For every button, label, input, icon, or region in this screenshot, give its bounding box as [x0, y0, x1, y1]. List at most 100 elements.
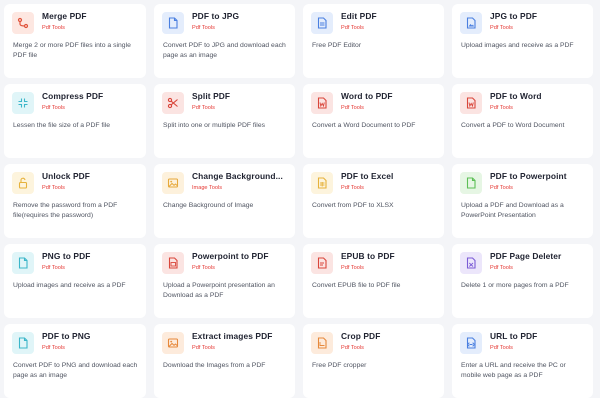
- tool-title: PDF to Excel: [341, 171, 394, 181]
- crop-document-icon: [311, 332, 333, 354]
- tool-title: PNG to PDF: [42, 251, 91, 261]
- tool-card-pdf-to-excel[interactable]: PDF to Excel Pdf Tools Convert from PDF to…: [303, 164, 444, 238]
- tool-category-tag: Pdf Tools: [42, 185, 65, 191]
- tool-card-jpg-to-pdf[interactable]: JPG to PDF Pdf Tools Upload images and rec…: [452, 4, 593, 78]
- tool-card-pdf-to-png[interactable]: PDF to PNG Pdf Tools Convert PDF to PNG an…: [4, 324, 146, 398]
- scissors-icon: [162, 92, 184, 114]
- tool-title: Word to PDF: [341, 91, 393, 101]
- tool-description: Convert from PDF to XLSX: [312, 202, 394, 209]
- tool-category-tag: Pdf Tools: [490, 265, 513, 271]
- tool-title: PDF Page Deleter: [490, 251, 562, 261]
- compress-icon: [12, 92, 34, 114]
- tool-card-word-to-pdf[interactable]: Word to PDF Pdf Tools Convert a Word Docum…: [303, 84, 444, 158]
- tool-category-tag: Pdf Tools: [192, 25, 215, 31]
- tool-category-tag: Pdf Tools: [341, 185, 364, 191]
- tool-description: Download the Images from a PDF: [163, 362, 266, 369]
- tool-title: PDF to PNG: [42, 331, 91, 341]
- tool-description: Change Background of Image: [163, 202, 254, 209]
- tool-card-crop-pdf[interactable]: Crop PDF Pdf Tools Free PDF cropper: [303, 324, 444, 398]
- tool-category-tag: Pdf Tools: [192, 105, 215, 111]
- tools-grid: Merge PDF Pdf Tools Merge 2 or more PDF fi…: [4, 4, 593, 398]
- tool-title: EPUB to PDF: [341, 251, 395, 261]
- tool-description: Convert a PDF to Word Document: [461, 122, 565, 129]
- tool-description: Upload images and receive as a PDF: [13, 282, 126, 289]
- tool-card-url-to-pdf[interactable]: URL to PDF Pdf Tools Enter a URL and recei…: [452, 324, 593, 398]
- tool-card-unlock-pdf[interactable]: Unlock PDF Pdf Tools Remove the password f…: [4, 164, 146, 238]
- delete-document-icon: [460, 252, 482, 274]
- tool-category-tag: Pdf Tools: [490, 25, 513, 31]
- image-document-icon: [460, 12, 482, 34]
- tool-category-tag: Pdf Tools: [341, 25, 364, 31]
- tool-category-tag: Image Tools: [192, 185, 223, 191]
- tool-description: Lessen the file size of a PDF file: [13, 122, 111, 129]
- tool-description: Delete 1 or more pages from a PDF: [461, 282, 569, 289]
- image-icon: [162, 172, 184, 194]
- slides-document-icon: [162, 252, 184, 274]
- tool-title: Powerpoint to PDF: [192, 251, 269, 261]
- tool-description: Convert PDF to JPG and download each pag…: [163, 42, 286, 59]
- tool-card-split-pdf[interactable]: Split PDF Pdf Tools Split into one or mult…: [154, 84, 295, 158]
- document-icon: [12, 252, 34, 274]
- tool-card-pdf-to-powerpoint[interactable]: PDF to Powerpoint Pdf Tools Upload a PDF a…: [452, 164, 593, 238]
- tool-category-tag: Pdf Tools: [42, 105, 65, 111]
- tool-category-tag: Pdf Tools: [42, 345, 65, 351]
- tool-description: Upload a PDF and Download as a PowerPoin…: [461, 202, 564, 219]
- tool-description: Upload a Powerpoint presentation an Down…: [163, 282, 275, 299]
- tool-card-compress-pdf[interactable]: Compress PDF Pdf Tools Lessen the file siz…: [4, 84, 146, 158]
- tool-title: JPG to PDF: [490, 11, 538, 21]
- tool-title: Crop PDF: [341, 331, 381, 341]
- tool-description: Enter a URL and receive the PC or mobile…: [461, 362, 566, 379]
- unlock-icon: [12, 172, 34, 194]
- book-document-icon: [311, 252, 333, 274]
- tool-description: Split into one or multiple PDF files: [163, 122, 265, 129]
- tool-description: Free PDF Editor: [312, 42, 362, 49]
- tool-description: Upload images and receive as a PDF: [461, 42, 574, 49]
- tool-description: Convert a Word Document to PDF: [312, 122, 416, 129]
- document-icon: [162, 12, 184, 34]
- tool-description: Convert EPUB file to PDF file: [312, 282, 401, 289]
- tool-description: Remove the password from a PDF file(requ…: [13, 202, 118, 219]
- image-icon: [162, 332, 184, 354]
- tool-card-edit-pdf[interactable]: Edit PDF Pdf Tools Free PDF Editor: [303, 4, 444, 78]
- tool-card-merge-pdf[interactable]: Merge PDF Pdf Tools Merge 2 or more PDF fi…: [4, 4, 146, 78]
- tool-category-tag: Pdf Tools: [42, 265, 65, 271]
- tool-category-tag: Pdf Tools: [490, 185, 513, 191]
- document-icon: [460, 172, 482, 194]
- word-document-icon: [311, 92, 333, 114]
- tool-title: URL to PDF: [490, 331, 538, 341]
- tool-title: PDF to Powerpoint: [490, 171, 567, 181]
- tool-card-epub-to-pdf[interactable]: EPUB to PDF Pdf Tools Convert EPUB file to…: [303, 244, 444, 318]
- tool-card-pdf-page-deleter[interactable]: PDF Page Deleter Pdf Tools Delete 1 or mor…: [452, 244, 593, 318]
- tool-card-extract-images-pdf[interactable]: Extract images PDF Pdf Tools Download the …: [154, 324, 295, 398]
- tool-title: Change Background...: [192, 171, 283, 181]
- tool-category-tag: Pdf Tools: [490, 345, 513, 351]
- spreadsheet-document-icon: [311, 172, 333, 194]
- tool-card-pdf-to-word[interactable]: PDF to Word Pdf Tools Convert a PDF to Wor…: [452, 84, 593, 158]
- link-document-icon: [460, 332, 482, 354]
- tool-category-tag: Pdf Tools: [341, 345, 364, 351]
- tool-title: Unlock PDF: [42, 171, 90, 181]
- tool-description: Convert PDF to PNG and download each pag…: [13, 362, 138, 379]
- tool-card-png-to-pdf[interactable]: PNG to PDF Pdf Tools Upload images and rec…: [4, 244, 146, 318]
- tool-card-pdf-to-jpg[interactable]: PDF to JPG Pdf Tools Convert PDF to JPG an…: [154, 4, 295, 78]
- tool-category-tag: Pdf Tools: [490, 105, 513, 111]
- tool-category-tag: Pdf Tools: [341, 265, 364, 271]
- tool-category-tag: Pdf Tools: [341, 105, 364, 111]
- tool-category-tag: Pdf Tools: [192, 345, 215, 351]
- word-document-icon: [460, 92, 482, 114]
- tool-title: PDF to JPG: [192, 11, 240, 21]
- tool-card-powerpoint-to-pdf[interactable]: Powerpoint to PDF Pdf Tools Upload a Power…: [154, 244, 295, 318]
- tool-title: Edit PDF: [341, 11, 377, 21]
- tool-category-tag: Pdf Tools: [42, 25, 65, 31]
- merge-icon: [12, 12, 34, 34]
- tool-description: Merge 2 or more PDF files into a single …: [13, 42, 131, 59]
- tool-title: Extract images PDF: [192, 331, 273, 341]
- tool-title: Merge PDF: [42, 11, 87, 21]
- edit-document-icon: [311, 12, 333, 34]
- tool-description: Free PDF cropper: [312, 362, 367, 369]
- tool-card-change-background[interactable]: Change Background... Image Tools Change Ba…: [154, 164, 295, 238]
- tool-title: PDF to Word: [490, 91, 542, 101]
- tool-category-tag: Pdf Tools: [192, 265, 215, 271]
- document-icon: [12, 332, 34, 354]
- tool-title: Split PDF: [192, 91, 231, 101]
